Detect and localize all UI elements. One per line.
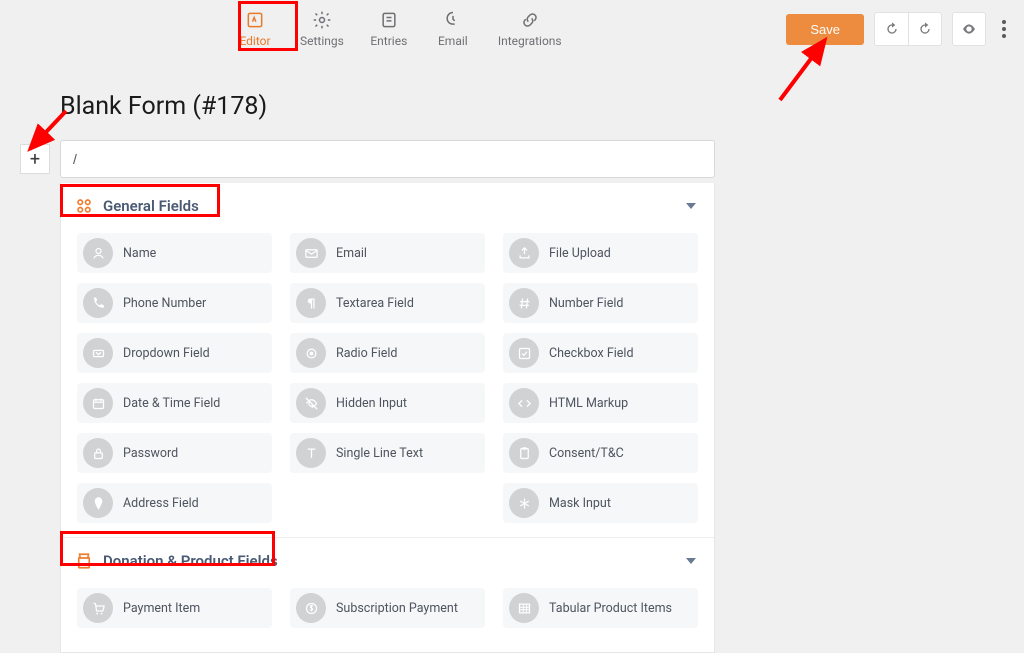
nav-tab-integrations[interactable]: Integrations (492, 6, 568, 54)
chevron-down-icon (686, 203, 696, 209)
save-button[interactable]: Save (786, 14, 864, 45)
field-item[interactable]: Subscription Payment (290, 588, 485, 628)
donation-fields-grid: Payment Item Subscription Payment Tabular … (61, 584, 714, 642)
field-item[interactable]: File Upload (503, 233, 698, 273)
section-donation-header[interactable]: Donation & Product Fields (61, 538, 714, 584)
field-label: Address Field (123, 496, 199, 511)
field-label: Radio Field (336, 346, 398, 361)
add-block-button[interactable]: + (20, 144, 50, 174)
eye-icon (961, 21, 977, 37)
eye-off-icon (296, 388, 326, 418)
radio-icon (296, 338, 326, 368)
section-general-header[interactable]: General Fields (61, 183, 714, 229)
redo-icon (917, 21, 933, 37)
dollar-icon (296, 593, 326, 623)
para-icon (296, 288, 326, 318)
field-label: Name (123, 246, 156, 261)
general-fields-icon (75, 197, 93, 215)
field-item[interactable]: Consent/T&C (503, 433, 698, 473)
section-title: General Fields (103, 197, 199, 215)
editor-icon (245, 10, 265, 30)
mail-icon (296, 238, 326, 268)
nav-tab-editor[interactable]: Editor (230, 6, 280, 54)
field-item[interactable]: Name (77, 233, 272, 273)
calendar-icon (83, 388, 113, 418)
nav-tab-settings[interactable]: Settings (294, 6, 350, 54)
pin-icon (83, 488, 113, 518)
email-icon (443, 10, 463, 30)
field-label: Tabular Product Items (549, 601, 672, 616)
preview-button[interactable] (952, 12, 986, 46)
undo-icon (884, 21, 900, 37)
field-item[interactable]: Password (77, 433, 272, 473)
field-item[interactable]: Number Field (503, 283, 698, 323)
nav-tab-entries[interactable]: Entries (364, 6, 414, 54)
more-menu-button[interactable] (1002, 20, 1006, 38)
asterisk-icon (509, 488, 539, 518)
text-icon (296, 438, 326, 468)
field-label: Consent/T&C (549, 446, 624, 461)
entries-icon (379, 10, 399, 30)
phone-icon (83, 288, 113, 318)
nav-label: Editor (239, 34, 270, 48)
field-item[interactable]: Checkbox Field (503, 333, 698, 373)
field-label: Number Field (549, 296, 623, 311)
clip-icon (509, 438, 539, 468)
field-item[interactable]: Payment Item (77, 588, 272, 628)
field-item[interactable]: Tabular Product Items (503, 588, 698, 628)
hash-icon (509, 288, 539, 318)
undo-button[interactable] (874, 12, 908, 46)
field-item[interactable]: HTML Markup (503, 383, 698, 423)
user-icon (83, 238, 113, 268)
field-item[interactable]: Phone Number (77, 283, 272, 323)
cart-icon (83, 593, 113, 623)
field-item[interactable]: Date & Time Field (77, 383, 272, 423)
code-icon (509, 388, 539, 418)
field-label: Date & Time Field (123, 396, 220, 411)
grid-icon (509, 593, 539, 623)
nav-label: Email (438, 34, 468, 48)
general-fields-grid: Name Email File Upload Phone Number Textarea… (61, 229, 714, 537)
field-label: HTML Markup (549, 396, 628, 411)
field-item[interactable]: Hidden Input (290, 383, 485, 423)
section-title: Donation & Product Fields (103, 552, 278, 570)
check-icon (509, 338, 539, 368)
field-item[interactable]: Email (290, 233, 485, 273)
lock-icon (83, 438, 113, 468)
field-label: File Upload (549, 246, 611, 261)
nav-tab-email[interactable]: Email (428, 6, 478, 54)
plus-icon: + (30, 149, 40, 170)
field-label: Email (336, 246, 367, 261)
field-label: Payment Item (123, 601, 200, 616)
field-panel: General Fields Name Email File Upload Phone… (60, 183, 715, 653)
field-item[interactable]: Dropdown Field (77, 333, 272, 373)
field-item[interactable]: Mask Input (503, 483, 698, 523)
block-search-input[interactable] (60, 140, 715, 178)
page-title: Blank Form (#178) (60, 92, 267, 121)
redo-button[interactable] (908, 12, 942, 46)
field-label: Subscription Payment (336, 601, 458, 616)
nav-label: Settings (300, 34, 344, 48)
field-item[interactable]: Textarea Field (290, 283, 485, 323)
field-item[interactable]: Address Field (77, 483, 272, 523)
chev-icon (83, 338, 113, 368)
integrations-icon (520, 10, 540, 30)
field-label: Hidden Input (336, 396, 407, 411)
field-label: Password (123, 446, 178, 461)
donation-fields-icon (75, 552, 93, 570)
field-label: Single Line Text (336, 446, 423, 461)
upload-icon (509, 238, 539, 268)
settings-icon (312, 10, 332, 30)
field-label: Checkbox Field (549, 346, 634, 361)
chevron-down-icon (686, 558, 696, 564)
field-label: Dropdown Field (123, 346, 210, 361)
field-item[interactable]: Single Line Text (290, 433, 485, 473)
nav-label: Entries (370, 34, 407, 48)
field-item[interactable]: Radio Field (290, 333, 485, 373)
field-label: Phone Number (123, 296, 206, 311)
field-label: Textarea Field (336, 296, 414, 311)
field-label: Mask Input (549, 496, 611, 511)
nav-label: Integrations (498, 34, 562, 48)
